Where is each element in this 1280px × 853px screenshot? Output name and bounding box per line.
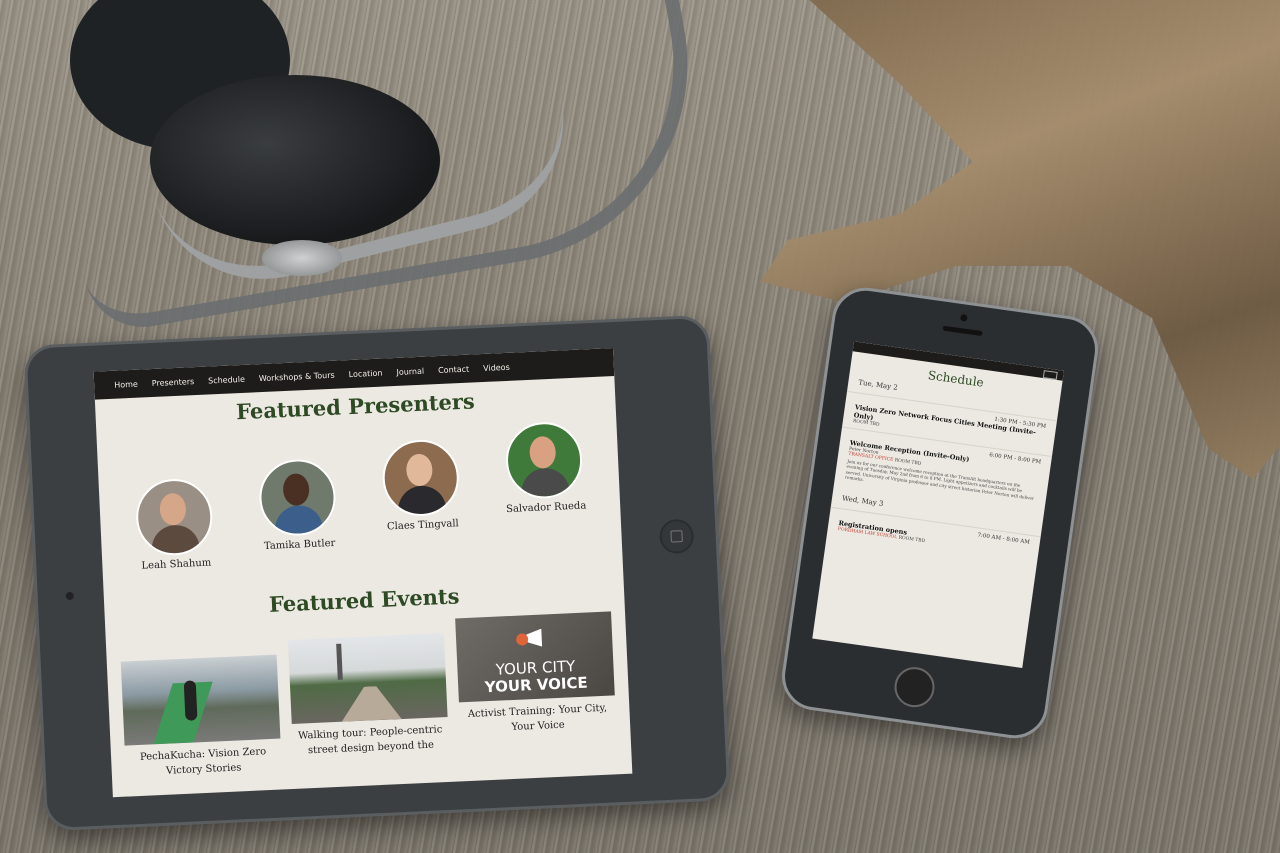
event-title[interactable]: Activist Training: Your City, Your Voice [459,701,616,737]
phone-speaker [942,325,983,337]
event-card[interactable]: YOUR CITY YOUR VOICE Activist Training: … [455,611,618,765]
tablet-device: Home Presenters Schedule Workshops & Tou… [23,314,731,832]
phone-camera [959,313,968,322]
phone-screen: Schedule Tue, May 2 1:30 PM - 5:30 PM Vi… [812,341,1064,668]
event-title[interactable]: Walking tour: People-centric street desi… [292,723,449,759]
events-list: PechaKucha: Vision Zero Victory Stories … [106,611,632,781]
presenter-card[interactable]: Claes Tingvall [364,437,479,561]
nav-home[interactable]: Home [114,379,138,389]
presenter-name[interactable]: Salvador Rueda [491,500,601,516]
hamburger-menu-icon[interactable] [1042,370,1058,380]
phone-home-button[interactable] [891,664,938,710]
phone-device: Schedule Tue, May 2 1:30 PM - 5:30 PM Vi… [777,283,1103,743]
event-image-bike-lane[interactable] [120,654,281,746]
event-image-caption: YOUR CITY YOUR VOICE [484,657,589,696]
presenter-name[interactable]: Leah Shahum [121,557,231,573]
nav-contact[interactable]: Contact [438,364,470,374]
event-card[interactable]: PechaKucha: Vision Zero Victory Stories [120,654,282,781]
event-image-your-city[interactable]: YOUR CITY YOUR VOICE [455,611,615,703]
avatar[interactable] [381,438,461,518]
tablet-home-button[interactable] [658,518,695,555]
nav-journal[interactable]: Journal [396,366,424,376]
presenter-name[interactable]: Tamika Butler [244,537,354,553]
avatar[interactable] [134,477,214,557]
tablet-camera [65,591,74,601]
tablet-screen: Home Presenters Schedule Workshops & Tou… [93,348,633,798]
presenters-list: Leah Shahum Tamika Butler Claes Tingvall… [97,419,622,573]
event-card[interactable]: Walking tour: People-centric street desi… [287,633,450,773]
schedule-item[interactable]: 7:00 AM - 8:00 AM Registration opens FOR… [826,506,1041,564]
headphone-earcup [150,75,440,245]
nav-videos[interactable]: Videos [483,362,510,372]
presenter-card[interactable]: Tamika Butler [241,457,356,567]
presenter-card[interactable]: Salvador Rueda [487,420,603,556]
nav-location[interactable]: Location [348,368,382,379]
headphone-hub [262,240,342,276]
nav-workshops-tours[interactable]: Workshops & Tours [259,370,335,382]
avatar[interactable] [257,457,338,538]
presenter-name[interactable]: Claes Tingvall [368,517,478,533]
avatar[interactable] [504,420,584,500]
nav-schedule[interactable]: Schedule [208,374,245,385]
event-image-walkway[interactable] [287,633,448,725]
event-title[interactable]: PechaKucha: Vision Zero Victory Stories [125,745,282,781]
nav-presenters[interactable]: Presenters [152,377,195,388]
presenter-card[interactable]: Leah Shahum [118,477,232,573]
